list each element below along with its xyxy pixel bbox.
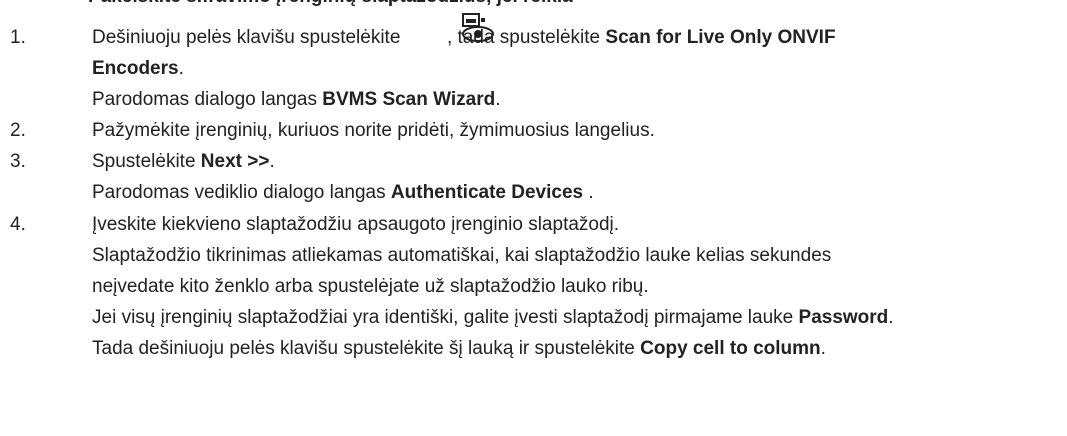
step-number: 2. (10, 120, 26, 141)
step-number: 1. (10, 27, 26, 48)
step-1-line-2: Encoders. (92, 58, 184, 79)
step-4-result-3: Jei visų įrenginių slaptažodžiai yra ide… (92, 307, 894, 328)
section-heading: Pakeiskite šifravimo įrenginių slaptažod… (88, 0, 573, 8)
step-2-line-1: Pažymėkite įrenginių, kuriuos norite pri… (92, 120, 655, 141)
step-number: 4. (10, 214, 26, 235)
step-4-line-1: Įveskite kiekvieno slaptažodžiu apsaugot… (92, 214, 620, 235)
step-4-result-1: Slaptažodžio tikrinimas atliekamas autom… (92, 245, 832, 266)
step-1-result: Parodomas dialogo langas BVMS Scan Wizar… (92, 89, 501, 110)
step-4-result-2: neįvedate kito ženklo arba spustelėjate … (92, 276, 649, 297)
step-1-line-1: Dešiniuoju pelės klavišu spustelėkite , … (92, 27, 836, 48)
step-number: 3. (10, 151, 26, 172)
step-3-result: Parodomas vediklio dialogo langas Authen… (92, 182, 594, 203)
step-3-line-1: Spustelėkite Next >>. (92, 151, 275, 172)
step-4-result-4: Tada dešiniuoju pelės klavišu spustelėki… (92, 338, 826, 359)
